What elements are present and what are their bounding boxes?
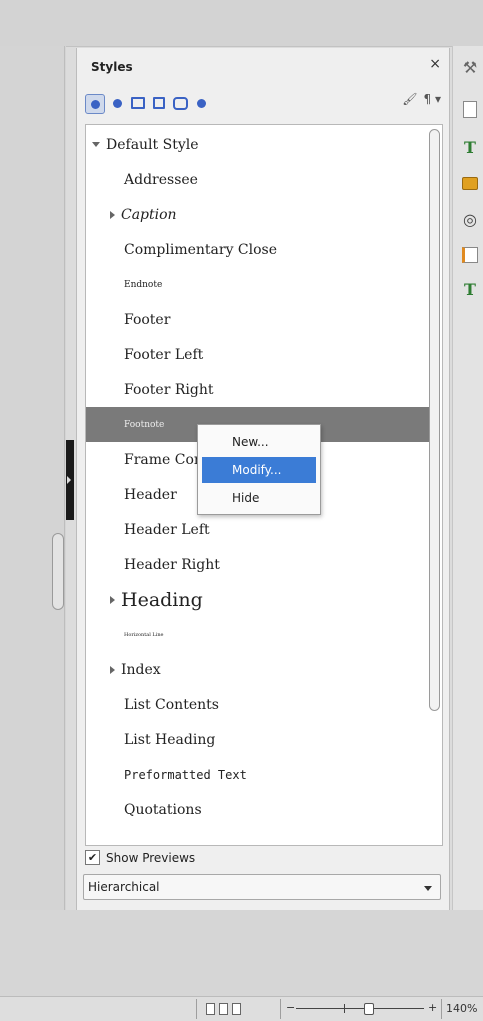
style-item[interactable]: Footer Left [86,337,429,372]
view-layout-buttons[interactable] [206,1003,241,1015]
style-family-toolbar [85,92,210,116]
context-menu-item[interactable]: New... [202,429,316,455]
multi-page-view-icon[interactable] [219,1003,228,1015]
style-item[interactable]: Addressee [86,162,429,197]
book-view-icon[interactable] [232,1003,241,1015]
expand-right-icon[interactable] [110,210,115,219]
zoom-100-tick [344,1004,345,1013]
style-item-label: Quotations [124,801,202,818]
check-icon: ✔ [87,851,98,864]
close-icon[interactable]: × [429,56,441,72]
style-item[interactable]: Header Left [86,512,429,547]
style-item-label: List Contents [124,696,219,713]
zoom-in-button[interactable]: + [428,1001,437,1014]
style-item-label: Footer Left [124,346,204,363]
status-separator [196,999,197,1019]
single-page-view-icon[interactable] [206,1003,215,1015]
show-previews-checkbox[interactable]: ✔ [85,850,100,865]
style-item-label: Heading [121,588,203,611]
style-item-label: Complimentary Close [124,241,278,258]
navigator-icon[interactable]: ◎ [459,208,481,230]
status-bar: − + 140% [0,996,483,1021]
page-styles-icon[interactable] [150,94,168,112]
style-item[interactable]: Caption [86,197,429,232]
list-styles-icon[interactable] [171,94,189,112]
styles-icon[interactable]: T [459,136,481,158]
style-item-label: Index [121,661,161,678]
style-item-label: Header Right [124,556,220,573]
zoom-out-button[interactable]: − [286,1001,295,1014]
style-item[interactable]: Index [86,652,429,687]
document-bottom-area [0,910,483,996]
style-item-label: Default Style [106,136,199,153]
style-actions-icon[interactable]: ¶ ▾ [424,92,441,106]
style-item-label: Footnote [124,419,165,430]
style-item[interactable]: List Heading [86,722,429,757]
show-previews-row[interactable]: ✔ Show Previews [85,850,195,865]
style-item-label: Caption [121,206,177,223]
frame-styles-icon[interactable] [129,94,147,112]
style-item[interactable]: Footer Right [86,372,429,407]
style-item[interactable]: Footer [86,302,429,337]
show-previews-label: Show Previews [106,850,196,865]
properties-icon[interactable]: ⚒ [459,56,481,78]
context-menu-item[interactable]: Hide [202,485,316,511]
context-menu-item[interactable]: Modify... [202,457,316,483]
manage-changes-icon[interactable] [459,244,481,266]
style-item-label: Preformatted Text [124,767,247,782]
style-item-label: Addressee [124,171,198,188]
style-item-label: Endnote [124,279,163,290]
sidebar-deck: ⚒ T ◎ T [452,46,483,910]
design-icon[interactable]: T [459,278,481,300]
style-item-label: Header [124,486,177,503]
zoom-slider-knob[interactable] [364,1003,374,1015]
style-item[interactable]: Complimentary Close [86,232,429,267]
character-styles-icon[interactable] [108,94,126,112]
document-border [64,46,65,910]
expand-right-icon[interactable] [110,595,115,604]
chevron-down-icon [424,886,432,891]
list-scrollbar[interactable] [429,129,440,711]
status-separator [441,999,442,1019]
zoom-slider[interactable] [296,1008,424,1009]
expand-right-icon[interactable] [110,665,115,674]
collapse-arrow-icon [67,476,71,484]
gallery-icon[interactable] [459,172,481,194]
style-filter-dropdown[interactable]: Hierarchical [83,874,441,900]
page-icon[interactable] [459,98,481,120]
style-item[interactable]: Preformatted Text [86,757,429,792]
style-item[interactable]: Header Right [86,547,429,582]
zoom-level[interactable]: 140% [446,1002,477,1015]
status-separator [280,999,281,1019]
document-scrollbar-thumb[interactable] [52,533,64,610]
style-item[interactable]: List Contents [86,687,429,722]
style-filter-value: Hierarchical [88,880,160,894]
context-menu: New... Modify... Hide [197,424,321,515]
document-area [0,46,66,910]
style-item[interactable]: Heading [86,582,429,617]
fill-format-icon[interactable]: 🖌 [402,92,417,106]
style-item-label: Footer Right [124,381,214,398]
expand-down-icon[interactable] [92,142,100,147]
toolbar-area [0,0,483,47]
style-item[interactable]: Quotations [86,792,429,827]
style-item[interactable]: Endnote [86,267,429,302]
panel-title: Styles [91,60,133,74]
style-item-label: Footer [124,311,171,328]
style-item[interactable]: Default Style [86,127,429,162]
style-item-label: List Heading [124,731,216,748]
style-item-label: Horizontal Line [124,631,164,638]
style-tools: 🖌 ¶ ▾ [402,92,441,106]
style-item-label: Header Left [124,521,210,538]
paragraph-styles-icon[interactable] [85,94,105,114]
style-item[interactable]: Horizontal Line [86,617,429,652]
table-styles-icon[interactable] [192,94,210,112]
